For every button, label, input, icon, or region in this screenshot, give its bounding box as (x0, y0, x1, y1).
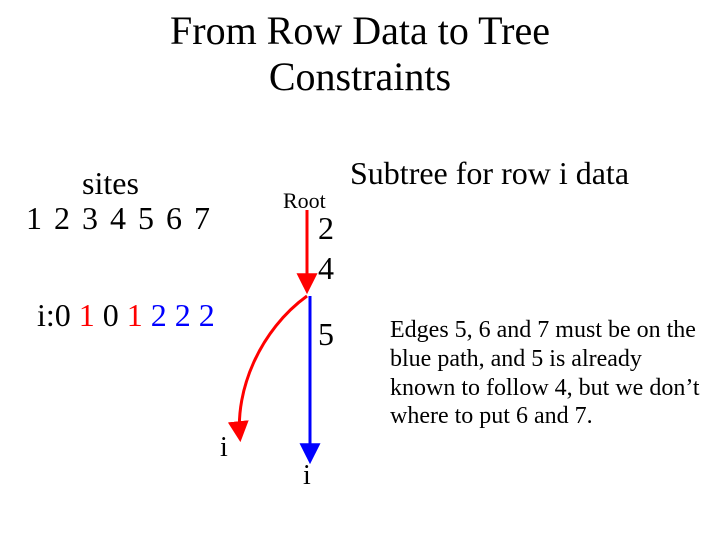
page-title: From Row Data to Tree Constraints (0, 8, 720, 100)
row-i: i:0 1 0 1 2 2 2 (5, 260, 223, 371)
tree-node-2: 2 (318, 210, 334, 247)
row-i-value: 2 (199, 297, 215, 333)
title-line-2: Constraints (269, 54, 451, 99)
row-i-value: 0 (55, 297, 71, 333)
leaf-i-bottom: i (303, 460, 311, 492)
row-i-value: 1 (79, 297, 95, 333)
row-i-value: 2 (175, 297, 191, 333)
title-line-1: From Row Data to Tree (170, 8, 550, 53)
row-i-value: 2 (151, 297, 167, 333)
row-i-prefix: i: (37, 297, 55, 333)
row-i-value: 0 (103, 297, 119, 333)
edge-note: Edges 5, 6 and 7 must be on the blue pat… (390, 316, 710, 431)
subtree-title: Subtree for row i data (350, 155, 629, 192)
tree-node-5: 5 (318, 316, 334, 353)
tree-node-4: 4 (318, 250, 334, 287)
sites-numbers: 1 2 3 4 5 6 7 (26, 200, 212, 237)
edge-to-left-i (239, 296, 307, 438)
leaf-i-left: i (220, 432, 228, 464)
sites-label: sites (82, 165, 139, 202)
slide: From Row Data to Tree Constraints Subtre… (0, 0, 720, 540)
row-i-value: 1 (127, 297, 143, 333)
